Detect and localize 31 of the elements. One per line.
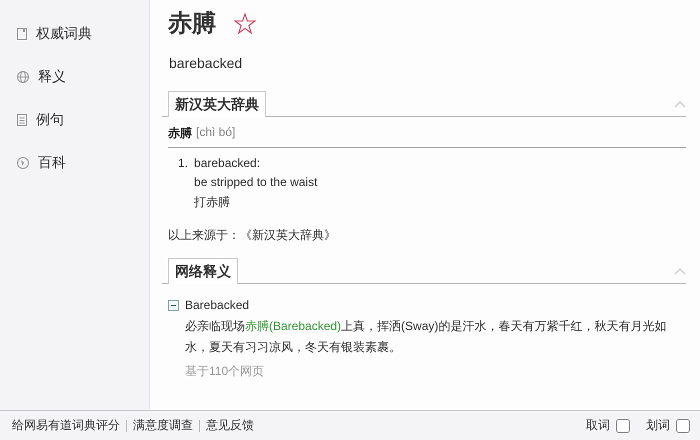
footer-link[interactable]: 满意度调查: [133, 417, 193, 434]
compass-icon: [17, 156, 29, 168]
section-tab[interactable]: 新汉英大辞典: [168, 91, 266, 117]
globe-icon: [17, 70, 29, 82]
sidebar-item[interactable]: 例句: [0, 98, 149, 141]
source-note: 以上来源于：《新汉英大辞典》: [168, 227, 336, 244]
source-count: 基于110个网页: [185, 363, 264, 380]
collapse-toggle[interactable]: [168, 300, 179, 310]
entry-word: 赤膊: [168, 125, 192, 142]
section-tab[interactable]: 网络释义: [168, 258, 238, 284]
example-sentence: 必亲临现场赤膊(Barebacked)上真，挥洒(Sway)的是汗水，春天有万紫千红，秋天有月光如水，夏天有习习凉风，冬天有银装素裹。: [185, 318, 668, 356]
sidebar-item[interactable]: 释义: [0, 55, 149, 98]
page-icon: [17, 28, 27, 40]
checkbox-label: 划词: [646, 417, 670, 434]
headword: 赤膊: [168, 9, 216, 39]
checkbox[interactable]: [616, 418, 630, 432]
sense-number: 1.: [178, 156, 188, 172]
checkbox-label: 取词: [586, 417, 610, 434]
sidebar-item[interactable]: 权威词典: [0, 12, 149, 55]
sense-text: 打赤膊: [194, 194, 232, 211]
footer-link[interactable]: 给网易有道词典评分: [12, 417, 120, 434]
checkbox[interactable]: [676, 418, 690, 432]
star-icon[interactable]: [234, 12, 256, 34]
document-icon: [17, 114, 27, 126]
translation: barebacked: [169, 55, 242, 71]
sense-text: be stripped to the waist: [194, 175, 318, 189]
footer-link[interactable]: 意见反馈: [206, 417, 254, 434]
web-term: Barebacked: [185, 298, 250, 312]
pinyin: [chì bó]: [196, 125, 236, 141]
sense-text: barebacked:: [194, 156, 262, 170]
sidebar-item[interactable]: 百科: [0, 141, 149, 184]
